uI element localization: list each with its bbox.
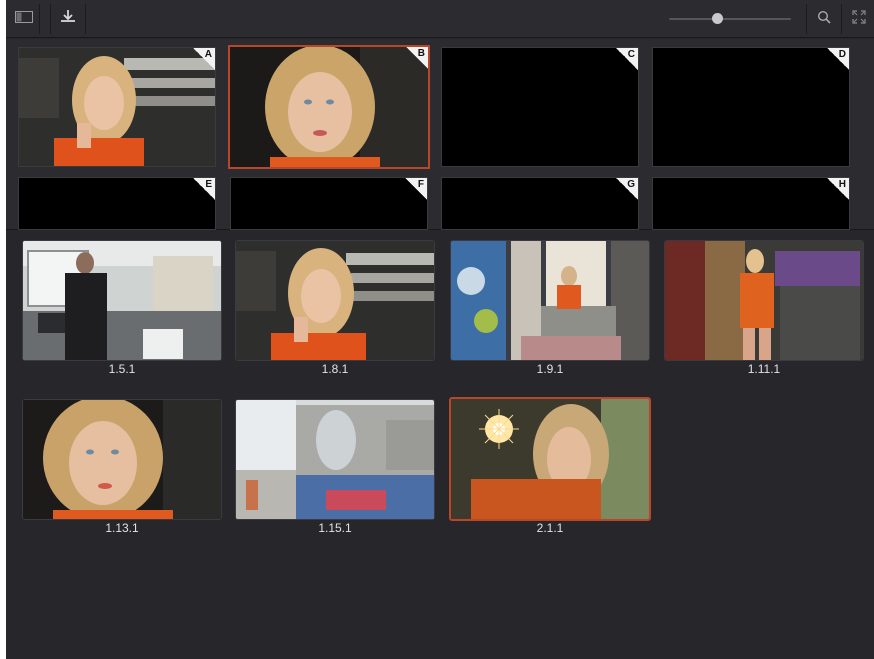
memory-slot-c[interactable]: C <box>441 47 639 167</box>
clip-thumbnail-1-11-1[interactable] <box>664 240 864 361</box>
memory-letter: A <box>204 49 212 60</box>
memory-letter: G <box>627 179 635 190</box>
clip-label: 1.8.1 <box>321 362 349 376</box>
memory-slot-b[interactable]: B <box>228 45 430 169</box>
memory-thumbnail <box>230 47 428 167</box>
expand-fullscreen-icon <box>852 9 866 29</box>
clip-label: 1.13.1 <box>105 521 139 535</box>
import-download-icon <box>59 9 77 30</box>
clip-image <box>451 399 649 519</box>
clip-thumbnail-1-15-1[interactable] <box>235 399 435 520</box>
clip-thumbnail-1-13-1[interactable] <box>22 399 222 520</box>
clip-image <box>23 241 221 360</box>
memory-letter: F <box>417 179 424 190</box>
memory-slot-f[interactable]: F <box>230 177 428 230</box>
clip-label: 1.11.1 <box>747 362 781 376</box>
sidebar-panel-icon <box>14 10 33 28</box>
search-icon <box>817 10 831 29</box>
clip-thumbnail-grid: 1.5.1 1.8.1 1.9.1 1.11.1 1.13.1 1.15.1 2… <box>6 231 874 659</box>
memory-letter: C <box>627 49 635 60</box>
memory-letter: B <box>417 48 425 59</box>
memory-slot-g[interactable]: G <box>441 177 639 230</box>
clip-image <box>236 400 434 519</box>
sidebar-toggle-button[interactable] <box>8 4 40 34</box>
search-button[interactable] <box>806 4 842 34</box>
clip-image <box>451 241 649 360</box>
import-still-button[interactable] <box>50 4 86 34</box>
clip-image <box>236 241 434 360</box>
clip-thumbnail-1-9-1[interactable] <box>450 240 650 361</box>
gallery-window: A B C D E F G H 1.5.1 1.8.1 1.9.1 1.11.1… <box>6 0 874 659</box>
expand-button[interactable] <box>844 4 874 34</box>
gallery-toolbar <box>6 0 874 38</box>
memory-letter: E <box>205 179 212 190</box>
zoom-slider-handle[interactable] <box>712 13 723 24</box>
clip-image <box>665 241 863 360</box>
clip-label: 2.1.1 <box>536 521 564 535</box>
clip-image <box>23 400 221 519</box>
clip-label: 1.9.1 <box>536 362 564 376</box>
zoom-slider-track[interactable] <box>669 18 791 20</box>
clip-thumbnail-1-5-1[interactable] <box>22 240 222 361</box>
memories-panel: A B C D E F G H <box>6 39 874 230</box>
memory-slot-d[interactable]: D <box>652 47 850 167</box>
clip-label: 1.15.1 <box>318 521 352 535</box>
memory-letter: H <box>838 179 846 190</box>
memory-letter: D <box>838 49 846 60</box>
clip-thumbnail-1-8-1[interactable] <box>235 240 435 361</box>
memory-thumbnail <box>19 48 215 166</box>
memory-slot-h[interactable]: H <box>652 177 850 230</box>
clip-thumbnail-2-1-1[interactable] <box>449 397 651 521</box>
clip-label: 1.5.1 <box>108 362 136 376</box>
memory-slot-e[interactable]: E <box>18 177 216 230</box>
memory-slot-a[interactable]: A <box>18 47 216 167</box>
